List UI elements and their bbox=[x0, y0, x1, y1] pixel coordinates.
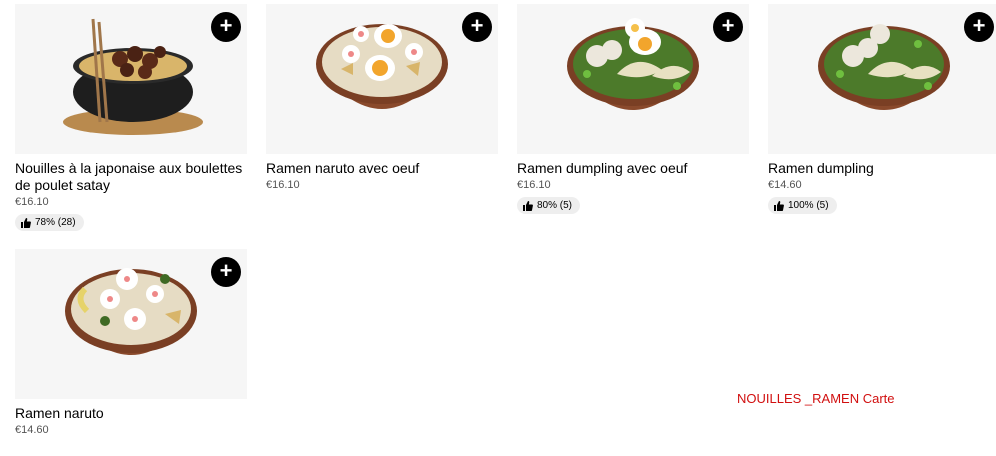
add-to-cart-button[interactable]: + bbox=[211, 12, 241, 42]
add-to-cart-button[interactable]: + bbox=[462, 12, 492, 42]
dish-image[interactable]: + bbox=[266, 4, 498, 154]
plus-icon: + bbox=[470, 13, 484, 38]
rating-badge: 100% (5) bbox=[768, 197, 837, 214]
dish-image[interactable]: + bbox=[15, 4, 247, 154]
add-to-cart-button[interactable]: + bbox=[211, 257, 241, 287]
plus-icon: + bbox=[219, 258, 233, 283]
plus-icon: + bbox=[972, 13, 986, 38]
dish-image[interactable]: + bbox=[768, 4, 996, 154]
dish-image[interactable]: + bbox=[15, 249, 247, 399]
menu-item-card[interactable]: + Ramen naruto avec oeuf €16.10 bbox=[266, 4, 498, 191]
item-price: €16.10 bbox=[517, 179, 551, 191]
item-price: €14.60 bbox=[768, 179, 802, 191]
item-name: Ramen naruto avec oeuf bbox=[266, 160, 420, 176]
dish-image[interactable]: + bbox=[517, 4, 749, 154]
rating-text: 80% (5) bbox=[537, 200, 573, 211]
item-name: Ramen dumpling bbox=[768, 160, 874, 176]
item-name: Nouilles à la japonaise aux boulettes de… bbox=[15, 160, 243, 193]
item-price: €16.10 bbox=[266, 179, 300, 191]
thumbs-up-icon bbox=[774, 200, 784, 211]
item-name: Ramen naruto bbox=[15, 405, 104, 421]
plus-icon: + bbox=[219, 13, 233, 38]
thumbs-up-icon bbox=[21, 217, 31, 228]
menu-item-card[interactable]: + Ramen dumpling €14.60 100% (5) bbox=[768, 4, 996, 216]
rating-badge: 78% (28) bbox=[15, 214, 84, 231]
rating-text: 78% (28) bbox=[35, 217, 76, 228]
menu-item-card[interactable]: + Nouilles à la japonaise aux boulettes … bbox=[15, 4, 247, 233]
item-name: Ramen dumpling avec oeuf bbox=[517, 160, 688, 176]
item-price: €16.10 bbox=[15, 196, 49, 208]
add-to-cart-button[interactable]: + bbox=[713, 12, 743, 42]
rating-badge: 80% (5) bbox=[517, 197, 581, 214]
rating-text: 100% (5) bbox=[788, 200, 829, 211]
dish-photo-dumpling-ramen bbox=[818, 24, 950, 110]
section-caption: NOUILLES _RAMEN Carte bbox=[737, 391, 895, 406]
thumbs-up-icon bbox=[523, 200, 533, 211]
menu-item-card[interactable]: + Ramen naruto €14.60 bbox=[15, 249, 247, 436]
plus-icon: + bbox=[721, 13, 735, 38]
menu-item-card[interactable]: + Ramen dumpling avec oeuf €16.10 80% (5… bbox=[517, 4, 749, 216]
item-price: €14.60 bbox=[15, 424, 49, 436]
add-to-cart-button[interactable]: + bbox=[964, 12, 994, 42]
